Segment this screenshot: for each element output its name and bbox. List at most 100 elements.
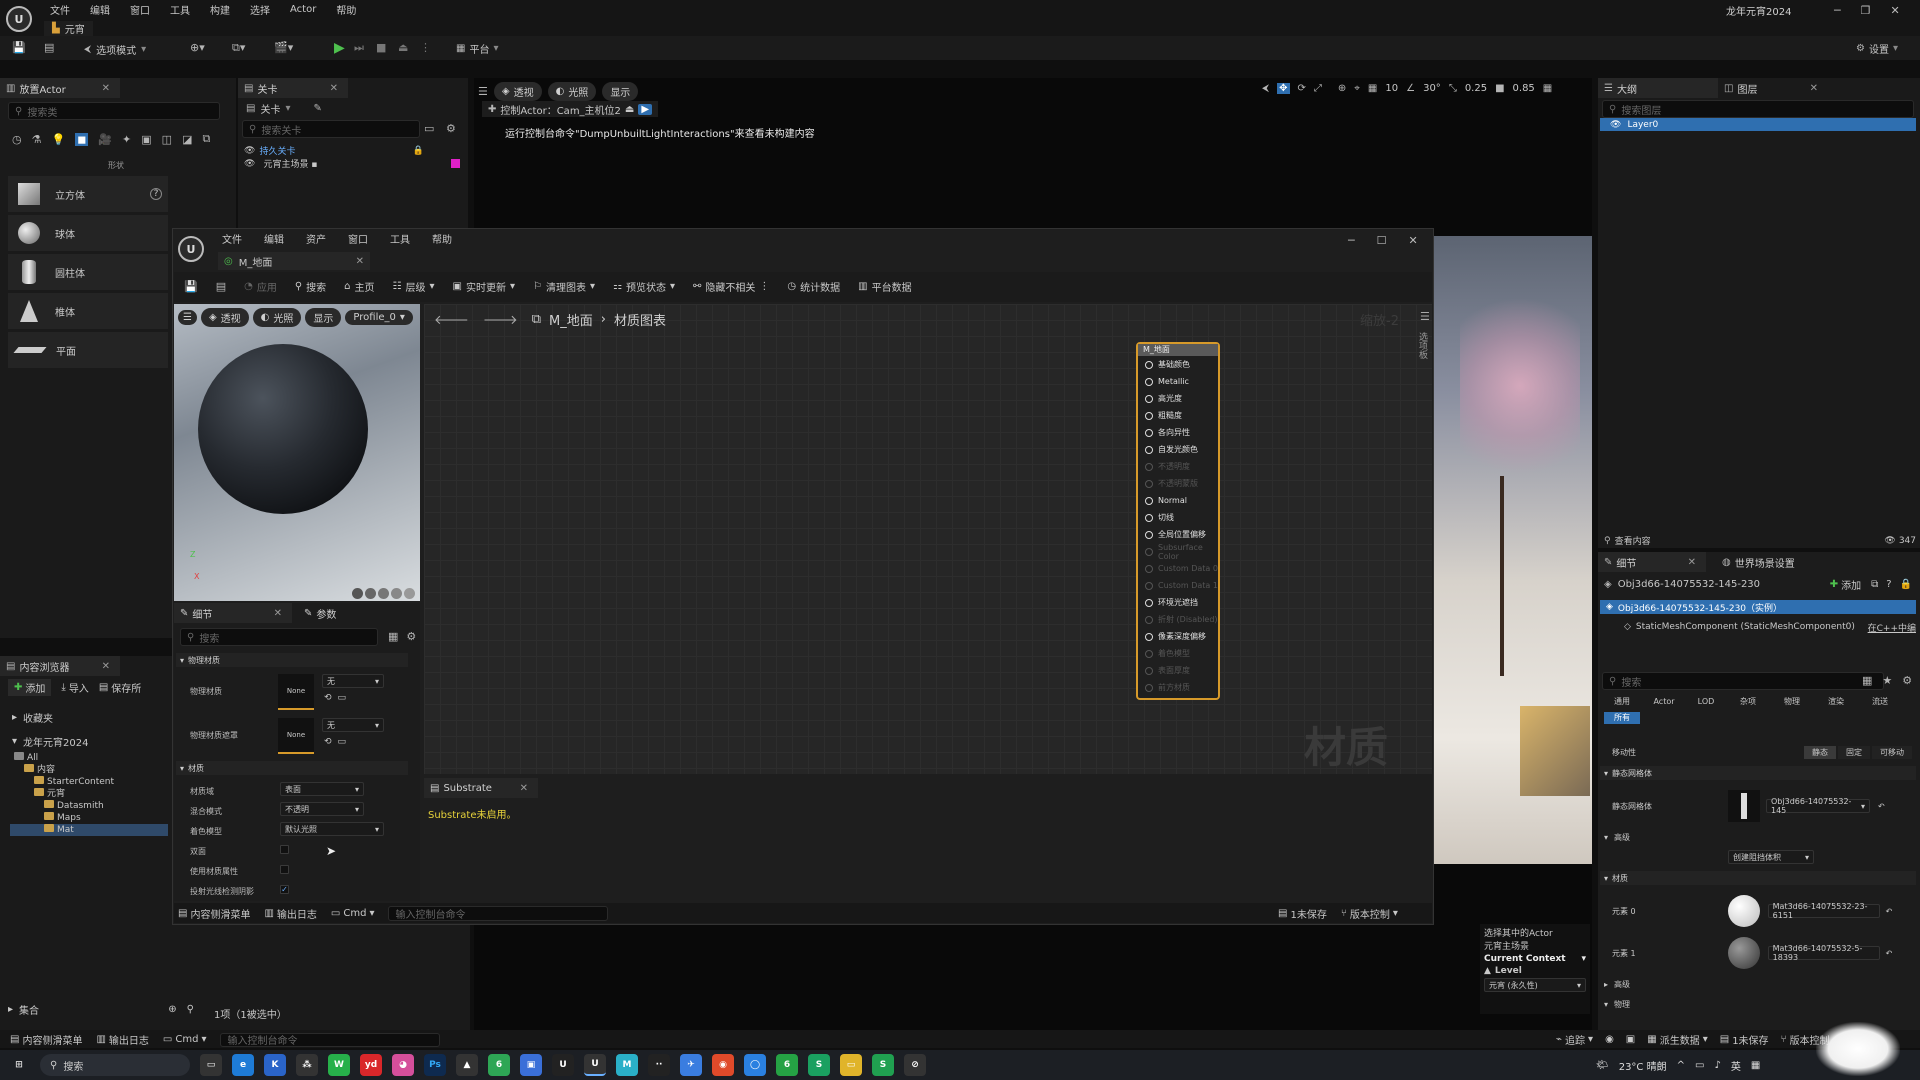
close-icon[interactable]: ✕ bbox=[1891, 4, 1900, 17]
mat-menu-edit[interactable]: 编辑 bbox=[264, 231, 284, 246]
blueprint-icon[interactable]: ⧉ bbox=[1871, 579, 1878, 590]
settings-button[interactable]: ⚙ 设置 ▾ bbox=[1856, 41, 1898, 56]
rotation-snap-icon[interactable]: ∠ bbox=[1406, 83, 1415, 94]
folder-mat[interactable]: Mat bbox=[10, 824, 168, 836]
pin-circle-icon[interactable] bbox=[1145, 445, 1153, 454]
select-tool-icon[interactable]: ⮜ bbox=[1262, 83, 1269, 94]
rotate-tool-icon[interactable]: ⟳ bbox=[1298, 83, 1306, 94]
hamburger-icon[interactable]: ☰ bbox=[1420, 310, 1430, 323]
folder-yuanxiao[interactable]: 元宵 bbox=[10, 788, 168, 800]
maximize-icon[interactable]: ☐ bbox=[1377, 234, 1387, 247]
mat-menu-tools[interactable]: 工具 bbox=[390, 231, 410, 246]
create-blocking-volume-button[interactable]: 创建阻挡体积 ▾ bbox=[1728, 850, 1814, 864]
scale-tool-icon[interactable]: ⤢ bbox=[1314, 83, 1322, 94]
geometry-icon[interactable]: ◪ bbox=[182, 133, 192, 146]
pin-circle-icon[interactable] bbox=[1145, 513, 1153, 522]
grid-snap-value[interactable]: 10 bbox=[1385, 83, 1398, 94]
more-icon[interactable]: ⋮ bbox=[420, 41, 431, 54]
menu-edit[interactable]: 编辑 bbox=[90, 2, 110, 17]
stats-button[interactable]: ◷ 统计数据 bbox=[787, 279, 840, 294]
shape-item-cone[interactable]: 椎体 bbox=[8, 293, 168, 329]
help-icon[interactable]: ? bbox=[1886, 579, 1891, 590]
pin-circle-icon[interactable] bbox=[1145, 649, 1153, 658]
node-pin[interactable]: 着色模型 bbox=[1138, 645, 1218, 662]
play-icon[interactable]: ▶ bbox=[334, 40, 345, 56]
app-dark-icon[interactable]: ·· bbox=[648, 1054, 670, 1076]
unreal-task-icon[interactable]: U bbox=[552, 1054, 574, 1076]
levels-dropdown[interactable]: ▤ 关卡 ▾ ✎ bbox=[246, 101, 322, 116]
filter-all[interactable]: 所有 bbox=[1604, 712, 1640, 724]
phys-mask-dropdown[interactable]: 无 ▾ bbox=[322, 718, 384, 732]
material-output-node[interactable]: M_地面 基础颜色 Metallic 高光度 粗糙度 各向异性 自发光颜色 不透明度 不透明蒙… bbox=[1136, 342, 1220, 700]
layer-row[interactable]: 👁 Layer0 bbox=[1600, 118, 1916, 131]
move-tool-icon[interactable]: ✥ bbox=[1277, 83, 1290, 94]
browse-icon[interactable]: ▭ bbox=[338, 737, 347, 747]
materials-section[interactable]: ▾ 材质 bbox=[1600, 871, 1916, 885]
node-pin[interactable]: 全局位置偏移 bbox=[1138, 526, 1218, 543]
cast-ray-checkbox[interactable]: ✓ bbox=[280, 885, 289, 894]
mesh-thumbnail[interactable] bbox=[1728, 790, 1760, 822]
close-icon[interactable]: ✕ bbox=[356, 256, 364, 267]
cpp-link[interactable]: 在C++中编 bbox=[1868, 621, 1916, 634]
add-button[interactable]: ✚ 添加 bbox=[8, 679, 52, 696]
level-color-swatch[interactable] bbox=[451, 159, 460, 168]
content-drawer-button[interactable]: ▤ 内容侧滑菜单 bbox=[178, 906, 250, 921]
more-icon[interactable]: ⋮ bbox=[759, 281, 769, 292]
hamburger-icon[interactable]: ☰ bbox=[178, 310, 197, 325]
shape-item-sphere[interactable]: 球体 bbox=[8, 215, 168, 251]
pin-circle-icon[interactable] bbox=[1145, 581, 1153, 590]
table-icon[interactable]: ▦ bbox=[1862, 674, 1872, 687]
level-row-main[interactable]: 👁 元宵主场景 ▪ bbox=[244, 157, 464, 170]
language-indicator[interactable]: 英 bbox=[1731, 1058, 1741, 1073]
unreal-logo-icon[interactable]: U bbox=[6, 6, 32, 32]
eye-icon[interactable]: 👁 bbox=[244, 159, 255, 169]
teapot-icon[interactable] bbox=[404, 588, 415, 599]
rotation-snap-value[interactable]: 30° bbox=[1423, 83, 1441, 94]
pin-circle-icon[interactable] bbox=[1145, 428, 1153, 437]
mobility-static[interactable]: 静态 bbox=[1804, 746, 1836, 759]
node-pin[interactable]: Metallic bbox=[1138, 373, 1218, 390]
layers-tab[interactable]: ◫ 图层 ✕ bbox=[1718, 78, 1828, 98]
trace-button[interactable]: ⌁ 追踪 ▾ bbox=[1556, 1032, 1593, 1047]
visual-effects-icon[interactable]: ✦ bbox=[122, 133, 131, 146]
scale-snap-value[interactable]: 0.25 bbox=[1465, 83, 1487, 94]
lock-icon[interactable]: 🔒 bbox=[1900, 579, 1912, 590]
windows-start-icon[interactable]: ⊞ bbox=[8, 1054, 30, 1076]
use-mat-attr-checkbox[interactable] bbox=[280, 865, 289, 874]
platform-stats-button[interactable]: ▥ 平台数据 bbox=[858, 279, 911, 294]
instance-row[interactable]: ◈ Obj3d66-14075532-145-230（实例） bbox=[1600, 600, 1916, 614]
output-log-button[interactable]: ▥ 输出日志 bbox=[264, 906, 316, 921]
material-thumbnail[interactable] bbox=[1727, 937, 1760, 969]
pencil-icon[interactable]: ✎ bbox=[313, 103, 321, 114]
sphere-icon[interactable] bbox=[365, 588, 376, 599]
physics-section[interactable]: ▾ 物理 bbox=[1604, 999, 1630, 1010]
preview-state-button[interactable]: ⚏ 预览状态 ▾ bbox=[613, 279, 675, 294]
unsaved-button[interactable]: ▤ 1未保存 bbox=[1278, 906, 1327, 921]
app-bird-icon[interactable]: ✈ bbox=[680, 1054, 702, 1076]
gear-icon[interactable]: ⚙ bbox=[446, 122, 456, 135]
filter-lod[interactable]: LOD bbox=[1686, 697, 1726, 706]
cinematic-icon[interactable]: 🎥 bbox=[98, 133, 112, 146]
shape-item-plane[interactable]: 平面 bbox=[8, 332, 168, 368]
sheets-icon[interactable]: S bbox=[872, 1054, 894, 1076]
console-input[interactable]: 输入控制台命令 bbox=[220, 1032, 441, 1047]
mat-console-input[interactable]: 输入控制台命令 bbox=[388, 906, 609, 921]
preview-perspective-button[interactable]: ◈ 透视 bbox=[200, 308, 249, 327]
menu-select[interactable]: 选择 bbox=[250, 2, 270, 17]
advanced-section[interactable]: ▾ 高级 bbox=[1604, 832, 1630, 843]
blend-dropdown[interactable]: 不透明 ▾ bbox=[280, 802, 364, 816]
eject-icon[interactable]: ⏏ bbox=[398, 41, 408, 54]
surface-snap-icon[interactable]: ⌖ bbox=[1354, 83, 1360, 94]
unreal-logo-icon[interactable]: U bbox=[178, 236, 204, 262]
palette-tab[interactable]: 选项板 bbox=[1416, 332, 1429, 359]
component-row[interactable]: ◇ StaticMeshComponent (StaticMeshComponen… bbox=[1600, 620, 1916, 634]
breadcrumb-item[interactable]: 材质图表 bbox=[614, 310, 666, 329]
live-update-button[interactable]: ▣ 实时更新 ▾ bbox=[453, 279, 515, 294]
domain-dropdown[interactable]: 表面 ▾ bbox=[280, 782, 364, 796]
search-icon[interactable]: ⚲ bbox=[187, 1004, 194, 1015]
volumes-icon[interactable]: ▣ bbox=[141, 133, 151, 146]
forward-arrow-icon[interactable]: 🡒 bbox=[483, 312, 518, 328]
eye-icon[interactable]: 👁 bbox=[1610, 120, 1621, 130]
cinematics-icon[interactable]: 🎬▾ bbox=[274, 41, 293, 54]
filter-rendering[interactable]: 渲染 bbox=[1814, 696, 1858, 707]
